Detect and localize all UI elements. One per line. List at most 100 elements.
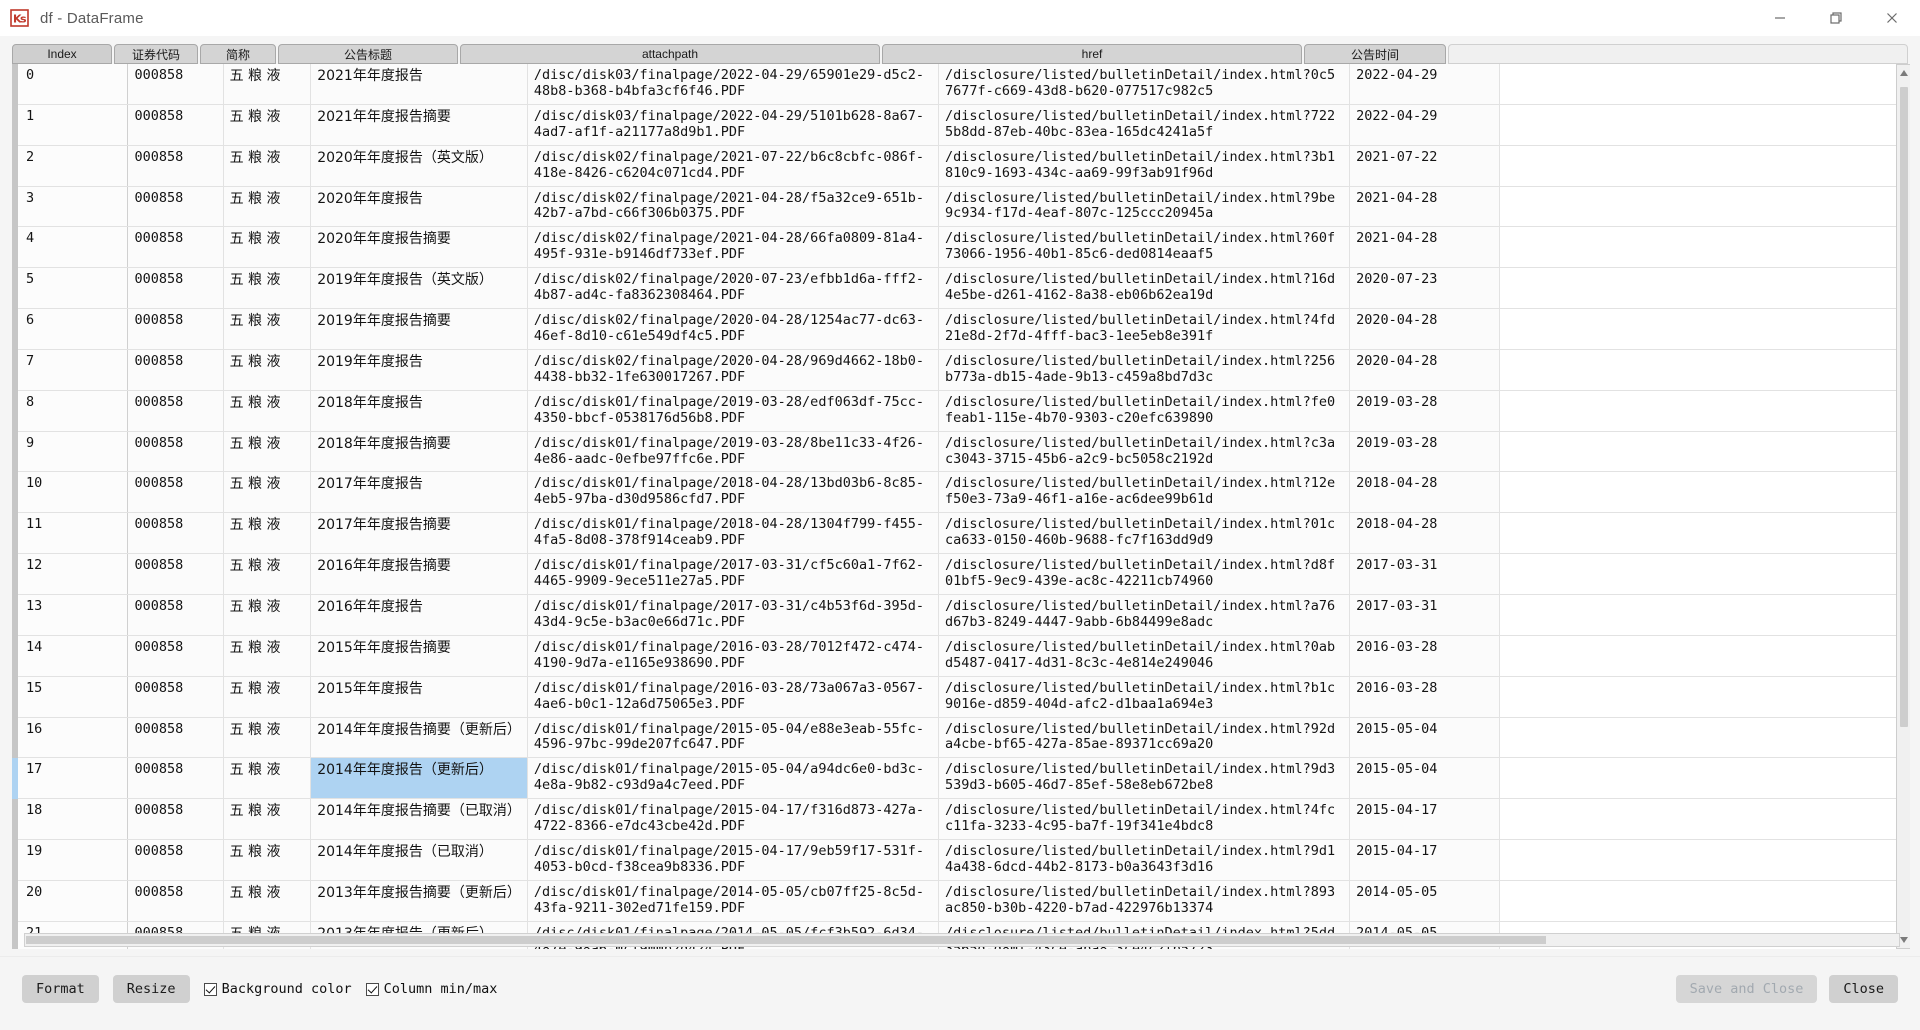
cell-index[interactable]: 18 (12, 798, 129, 841)
cell-href[interactable]: /disclosure/listed/bulletinDetail/index.… (938, 717, 1351, 759)
cell-name[interactable]: 五 粮 液 (223, 471, 312, 514)
cell-index[interactable]: 7 (12, 349, 129, 391)
cell-code[interactable]: 000858 (127, 717, 224, 759)
cell-attachpath[interactable]: /disc/disk02/finalpage/2020-04-28/1254ac… (527, 308, 940, 350)
cell-code[interactable]: 000858 (127, 308, 224, 350)
table-row[interactable]: 15 000858 五 粮 液 2015年年度报告/disc/disk01/final… (12, 676, 1910, 718)
cell-attachpath[interactable]: /disc/disk01/finalpage/2019-03-28/8be11c… (527, 431, 940, 473)
cell-href[interactable]: /disclosure/listed/bulletinDetail/index.… (938, 880, 1351, 922)
cell-date[interactable]: 2015-04-17 (1349, 798, 1500, 841)
cell-attachpath[interactable]: /disc/disk01/finalpage/2015-04-17/f316d8… (527, 798, 940, 841)
cell-code[interactable]: 000858 (127, 349, 224, 391)
background-color-checkbox-box[interactable] (203, 982, 217, 996)
minimize-icon[interactable] (1752, 0, 1808, 36)
cell-attachpath[interactable]: /disc/disk01/finalpage/2016-03-28/7012f4… (527, 635, 940, 677)
restore-icon[interactable] (1808, 0, 1864, 36)
cell-name[interactable]: 五 粮 液 (223, 267, 312, 310)
cell-name[interactable]: 五 粮 液 (223, 676, 312, 718)
format-button[interactable]: Format (22, 975, 99, 1003)
table-row[interactable]: 0 000858 五 粮 液 2021年年度报告/disc/disk03/finalp… (12, 64, 1910, 105)
cell-date[interactable]: 2017-03-31 (1349, 594, 1500, 636)
cell-date[interactable]: 2015-05-04 (1349, 757, 1500, 800)
cell-name[interactable]: 五 粮 液 (223, 512, 312, 555)
cell-href[interactable]: /disclosure/listed/bulletinDetail/index.… (938, 839, 1351, 881)
cell-attachpath[interactable]: /disc/disk03/finalpage/2022-04-29/65901e… (527, 64, 940, 105)
cell-index[interactable]: 13 (12, 594, 129, 636)
cell-code[interactable]: 000858 (127, 471, 224, 514)
cell-code[interactable]: 000858 (127, 553, 224, 595)
cell-index[interactable]: 0 (12, 64, 129, 105)
table-row[interactable]: 8 000858 五 粮 液 2018年年度报告/disc/disk01/finalp… (12, 390, 1910, 432)
cell-name[interactable]: 五 粮 液 (223, 64, 312, 105)
cell-code[interactable]: 000858 (127, 635, 224, 677)
cell-attachpath[interactable]: /disc/disk01/finalpage/2014-05-05/cb07ff… (527, 880, 940, 922)
cell-href[interactable]: /disclosure/listed/bulletinDetail/index.… (938, 104, 1351, 146)
cell-code[interactable]: 000858 (127, 186, 224, 228)
cell-name[interactable]: 五 粮 液 (223, 431, 312, 473)
column-header-index[interactable]: Index (12, 44, 112, 64)
cell-index[interactable]: 10 (12, 471, 129, 514)
cell-index[interactable]: 5 (12, 267, 129, 310)
cell-name[interactable]: 五 粮 液 (223, 226, 312, 269)
cell-code[interactable]: 000858 (127, 226, 224, 269)
cell-date[interactable]: 2022-04-29 (1349, 104, 1500, 146)
cell-name[interactable]: 五 粮 液 (223, 717, 312, 759)
cell-index[interactable]: 8 (12, 390, 129, 432)
cell-attachpath[interactable]: /disc/disk01/finalpage/2015-05-04/e88e3e… (527, 717, 940, 759)
cell-title[interactable]: 2017年年度报告 (310, 471, 528, 514)
cell-title[interactable]: 2019年年度报告 (310, 349, 528, 391)
save-and-close-button[interactable]: Save and Close (1675, 975, 1818, 1003)
cell-date[interactable]: 2016-03-28 (1349, 635, 1500, 677)
column-minmax-checkbox-box[interactable] (365, 982, 379, 996)
cell-attachpath[interactable]: /disc/disk01/finalpage/2018-04-28/1304f7… (527, 512, 940, 555)
cell-name[interactable]: 五 粮 液 (223, 145, 312, 187)
cell-href[interactable]: /disclosure/listed/bulletinDetail/index.… (938, 390, 1351, 432)
cell-code[interactable]: 000858 (127, 431, 224, 473)
cell-name[interactable]: 五 粮 液 (223, 880, 312, 922)
table-row[interactable]: 13 000858 五 粮 液 2016年年度报告/disc/disk01/final… (12, 594, 1910, 636)
cell-index[interactable]: 3 (12, 186, 129, 228)
cell-code[interactable]: 000858 (127, 839, 224, 881)
cell-code[interactable]: 000858 (127, 757, 224, 800)
cell-name[interactable]: 五 粮 液 (223, 594, 312, 636)
cell-attachpath[interactable]: /disc/disk02/finalpage/2021-04-28/f5a32c… (527, 186, 940, 228)
cell-title[interactable]: 2020年年度报告摘要 (310, 226, 528, 269)
cell-title[interactable]: 2014年年度报告（更新后） (310, 757, 528, 800)
cell-code[interactable]: 000858 (127, 676, 224, 718)
column-header-href[interactable]: href (882, 44, 1302, 64)
cell-href[interactable]: /disclosure/listed/bulletinDetail/index.… (938, 471, 1351, 514)
cell-date[interactable]: 2021-04-28 (1349, 226, 1500, 269)
table-row[interactable]: 7 000858 五 粮 液 2019年年度报告/disc/disk02/finalp… (12, 349, 1910, 391)
table-body-scroll-area[interactable]: 0 000858 五 粮 液 2021年年度报告/disc/disk03/finalp… (12, 64, 1910, 949)
cell-code[interactable]: 000858 (127, 390, 224, 432)
cell-attachpath[interactable]: /disc/disk01/finalpage/2016-03-28/73a067… (527, 676, 940, 718)
table-row[interactable]: 9 000858 五 粮 液 2018年年度报告摘要/disc/disk01/fina… (12, 431, 1910, 473)
cell-name[interactable]: 五 粮 液 (223, 839, 312, 881)
cell-title[interactable]: 2020年年度报告 (310, 186, 528, 228)
cell-index[interactable]: 16 (12, 717, 129, 759)
cell-code[interactable]: 000858 (127, 104, 224, 146)
cell-index[interactable]: 12 (12, 553, 129, 595)
cell-index[interactable]: 6 (12, 308, 129, 350)
cell-href[interactable]: /disclosure/listed/bulletinDetail/index.… (938, 145, 1351, 187)
cell-href[interactable]: /disclosure/listed/bulletinDetail/index.… (938, 553, 1351, 595)
cell-title[interactable]: 2013年年度报告摘要（更新后） (310, 880, 528, 922)
horizontal-scrollbar[interactable] (24, 933, 1900, 947)
table-row[interactable]: 12 000858 五 粮 液 2016年年度报告摘要/disc/disk01/fin… (12, 553, 1910, 595)
column-header-code[interactable]: 证券代码 (114, 44, 198, 64)
column-header-name[interactable]: 简称 (200, 44, 276, 64)
cell-title[interactable]: 2016年年度报告摘要 (310, 553, 528, 595)
cell-href[interactable]: /disclosure/listed/bulletinDetail/index.… (938, 226, 1351, 269)
cell-date[interactable]: 2015-05-04 (1349, 717, 1500, 759)
cell-date[interactable]: 2019-03-28 (1349, 431, 1500, 473)
cell-title[interactable]: 2019年年度报告摘要 (310, 308, 528, 350)
cell-href[interactable]: /disclosure/listed/bulletinDetail/index.… (938, 64, 1351, 105)
cell-index[interactable]: 9 (12, 431, 129, 473)
table-row[interactable]: 3 000858 五 粮 液 2020年年度报告/disc/disk02/finalp… (12, 186, 1910, 228)
cell-date[interactable]: 2016-03-28 (1349, 676, 1500, 718)
cell-attachpath[interactable]: /disc/disk01/finalpage/2015-04-17/9eb59f… (527, 839, 940, 881)
column-minmax-checkbox[interactable]: Column min/max (365, 981, 497, 997)
cell-title[interactable]: 2017年年度报告摘要 (310, 512, 528, 555)
cell-title[interactable]: 2016年年度报告 (310, 594, 528, 636)
cell-code[interactable]: 000858 (127, 145, 224, 187)
